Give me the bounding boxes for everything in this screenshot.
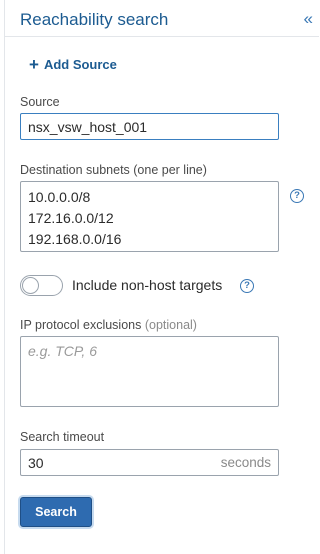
source-input[interactable] (20, 113, 279, 140)
protocol-exclusions-textarea[interactable]: e.g. TCP, 6 (20, 336, 279, 407)
destination-subnets-textarea[interactable]: 10.0.0.0/8 172.16.0.0/12 192.168.0.0/16 (20, 181, 279, 252)
panel-header: Reachability search « (5, 0, 319, 37)
non-host-help-icon[interactable]: ? (240, 279, 254, 293)
destination-line: 10.0.0.0/8 (28, 189, 91, 205)
destination-line: 192.168.0.0/16 (28, 231, 122, 247)
add-source-button[interactable]: + Add Source (29, 54, 117, 74)
source-label: Source (20, 95, 60, 109)
include-non-host-label: Include non-host targets (72, 277, 223, 293)
search-button[interactable]: Search (20, 497, 92, 527)
plus-icon: + (29, 54, 39, 74)
toggle-knob (22, 277, 39, 294)
search-timeout-label: Search timeout (20, 430, 105, 444)
include-non-host-toggle[interactable] (20, 275, 63, 296)
search-timeout-input[interactable]: 30 seconds (20, 449, 279, 476)
add-source-label: Add Source (43, 57, 117, 72)
destination-line: 172.16.0.0/12 (28, 210, 114, 226)
search-timeout-value: 30 (28, 455, 44, 471)
destination-help-icon[interactable]: ? (290, 189, 304, 203)
search-timeout-unit: seconds (220, 455, 271, 470)
reachability-search-panel: Reachability search « + Add Source Sourc… (4, 0, 319, 554)
panel-title: Reachability search (20, 10, 169, 29)
optional-hint: (optional) (144, 318, 197, 332)
protocol-exclusions-placeholder: e.g. TCP, 6 (28, 343, 98, 359)
destination-subnets-label: Destination subnets (one per line) (20, 163, 207, 177)
collapse-panel-icon[interactable]: « (304, 10, 313, 27)
protocol-exclusions-label: IP protocol exclusions (optional) (20, 318, 197, 332)
